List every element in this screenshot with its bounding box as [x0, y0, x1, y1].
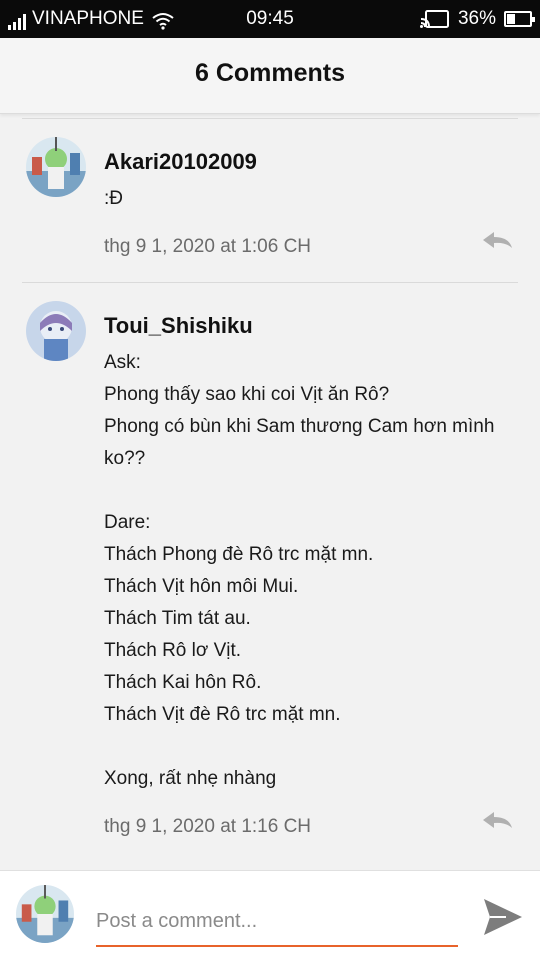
comment-item: Toui_Shishiku Ask: Phong thấy sao khi co…	[22, 282, 518, 862]
comment-list: Akari20102009 :Đ thg 9 1, 2020 at 1:06 C…	[8, 118, 532, 862]
comment-timestamp: thg 9 1, 2020 at 1:06 CH	[104, 236, 312, 257]
comment-text: :Đ	[104, 188, 123, 209]
battery-level-fill	[507, 14, 515, 24]
comment-author[interactable]: Toui_Shishiku	[104, 311, 518, 341]
send-icon[interactable]	[482, 897, 524, 937]
cast-icon	[419, 10, 449, 28]
comment-input[interactable]	[96, 897, 458, 947]
comment-composer	[0, 870, 540, 960]
status-bar: VINAPHONE 09:45 36%	[0, 0, 540, 38]
comment-timestamp: thg 9 1, 2020 at 1:16 CH	[104, 816, 312, 837]
comment-author[interactable]: Akari20102009	[104, 147, 518, 177]
comment-item: Akari20102009 :Đ thg 9 1, 2020 at 1:06 C…	[22, 118, 518, 282]
battery-icon	[504, 11, 535, 27]
avatar[interactable]	[26, 301, 86, 361]
page-title: 6 Comments	[194, 59, 346, 87]
reply-icon[interactable]	[480, 229, 514, 251]
reply-icon[interactable]	[480, 809, 514, 831]
comment-body: Toui_Shishiku Ask: Phong thấy sao khi co…	[104, 283, 518, 841]
header: 6 Comments	[0, 38, 540, 114]
comment-body: Akari20102009 :Đ thg 9 1, 2020 at 1:06 C…	[104, 119, 518, 261]
comment-text: Ask: Phong thấy sao khi coi Vịt ăn Rô? P…	[104, 352, 495, 789]
battery-percent: 36%	[457, 8, 496, 29]
avatar	[16, 885, 74, 943]
status-right: 36%	[419, 8, 535, 30]
avatar[interactable]	[26, 137, 86, 197]
